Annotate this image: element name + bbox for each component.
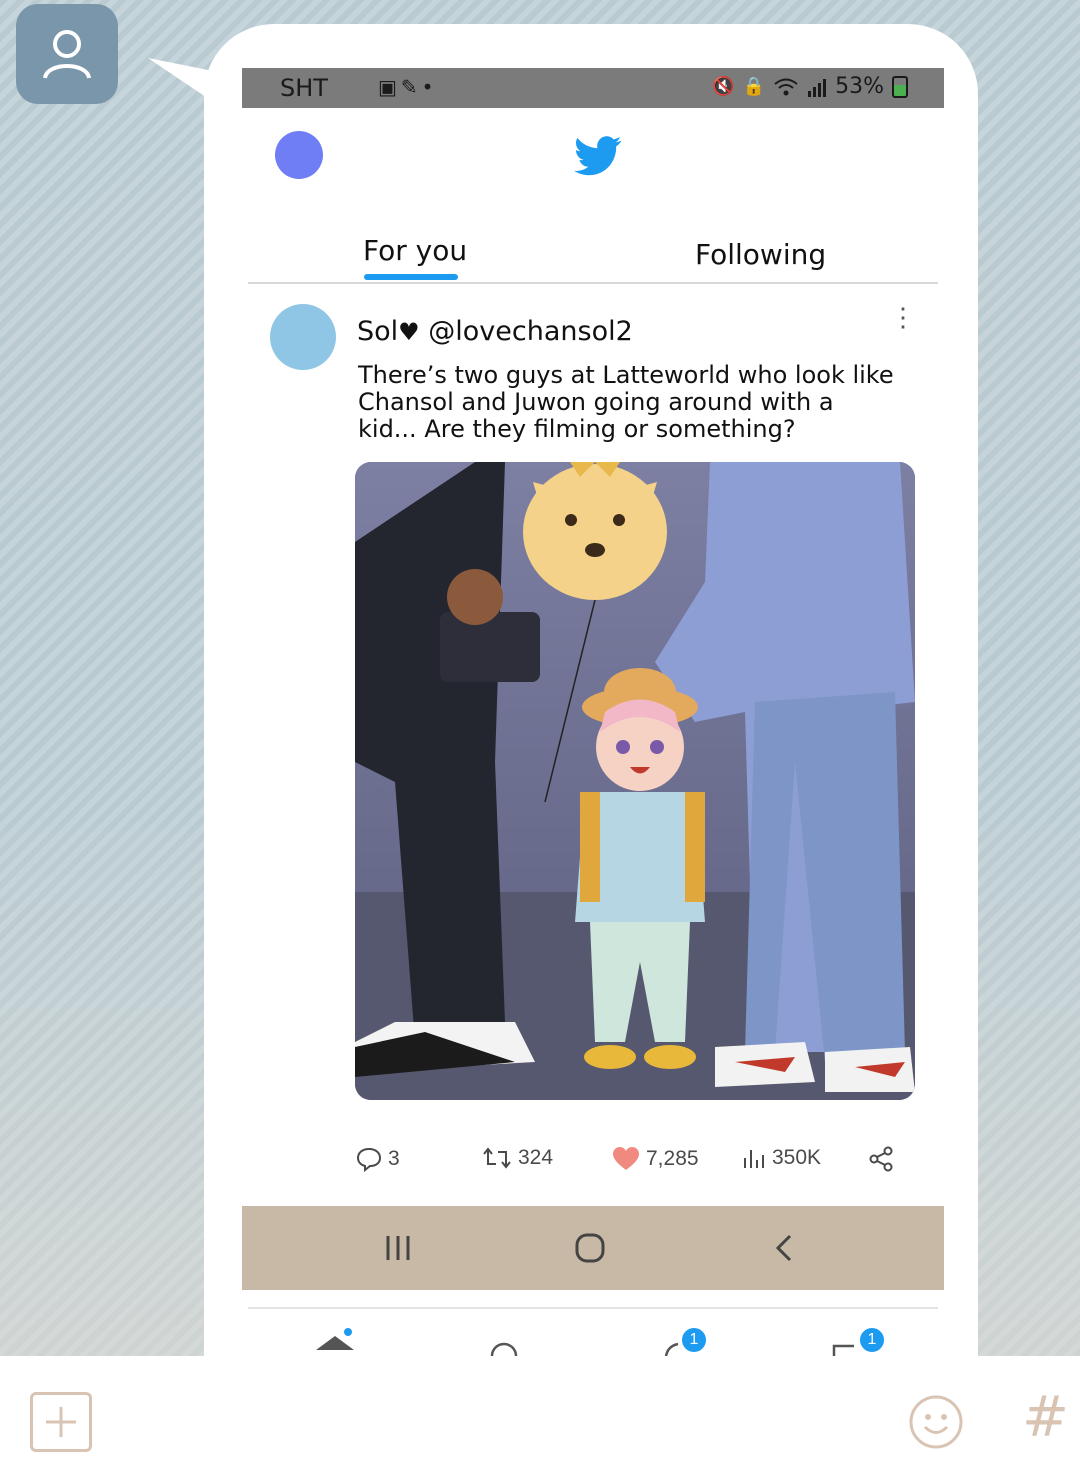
back-icon[interactable] [764,1228,804,1268]
account-avatar[interactable] [275,131,323,179]
carrier-label: SHT [280,74,328,102]
like-count: 7,285 [646,1147,699,1170]
share-button[interactable] [868,1146,894,1172]
battery-percent: 53% [835,74,884,99]
tweet-text: There’s two guys at Latteworld who look … [358,361,894,443]
paperclip-icon: ✎ [400,75,422,99]
recent-apps-icon[interactable] [378,1228,418,1268]
image-icon: ▣ [378,75,401,99]
tweet-avatar[interactable] [270,304,336,370]
signal-icon [808,78,827,97]
reply-button[interactable]: 3 [356,1146,400,1172]
notifications-tab[interactable]: 1 [656,1320,716,1357]
add-button[interactable] [30,1392,92,1452]
tab-following[interactable]: Following [695,238,826,271]
hashtag-icon[interactable]: # [1022,1386,1069,1450]
retweet-icon [483,1147,511,1169]
illustration [355,462,915,1100]
views-count: 350K [772,1146,822,1169]
android-nav-bar [242,1206,944,1290]
tweet-image[interactable] [355,462,915,1100]
handle: @lovechansol2 [428,316,633,347]
reply-icon [356,1147,382,1172]
profile-avatar[interactable] [16,4,118,104]
wifi-icon [774,78,798,95]
status-bar: SHT ▣✎• 🔇 🔒 53% [242,68,944,108]
divider [248,1307,938,1309]
tweet-actions: 3 324 7,285 350K [356,1146,916,1176]
notifications-badge: 1 [680,1326,708,1354]
emoji-icon[interactable] [908,1394,964,1450]
messages-tab[interactable]: 1 [830,1320,890,1356]
views-icon [744,1150,764,1168]
home-tab-icon[interactable] [312,1320,372,1356]
user-icon [43,30,91,79]
active-tab-indicator [364,274,458,280]
status-right: 🔇 🔒 53% [712,74,908,99]
messages-badge: 1 [858,1326,886,1354]
search-tab-icon[interactable] [482,1320,542,1356]
battery-icon [892,75,908,98]
reply-count: 3 [388,1147,400,1170]
share-icon [869,1146,893,1172]
timeline-tabs: For you Following [248,228,938,284]
heart-icon [613,1147,639,1170]
mute-vibrate-icon: 🔇 [712,76,735,97]
retweet-count: 324 [518,1146,554,1169]
status-left-icons: ▣✎• [378,75,437,99]
like-button[interactable]: 7,285 [612,1146,699,1172]
add-icon [46,1407,76,1437]
twitter-bird-icon [574,136,622,176]
tab-for-you[interactable]: For you [363,234,467,267]
display-name: Sol [357,316,399,347]
dot-icon: • [421,75,438,99]
tweet-author[interactable]: Sol♥ @lovechansol2 [357,316,633,347]
retweet-button[interactable]: 324 [482,1146,553,1170]
name-heart: ♥ [398,318,420,346]
lock-icon: 🔒 [742,76,766,97]
views-button[interactable]: 350K [742,1146,821,1170]
more-options-icon[interactable]: ⋮ [890,300,916,334]
home-nav-icon[interactable] [570,1228,610,1268]
